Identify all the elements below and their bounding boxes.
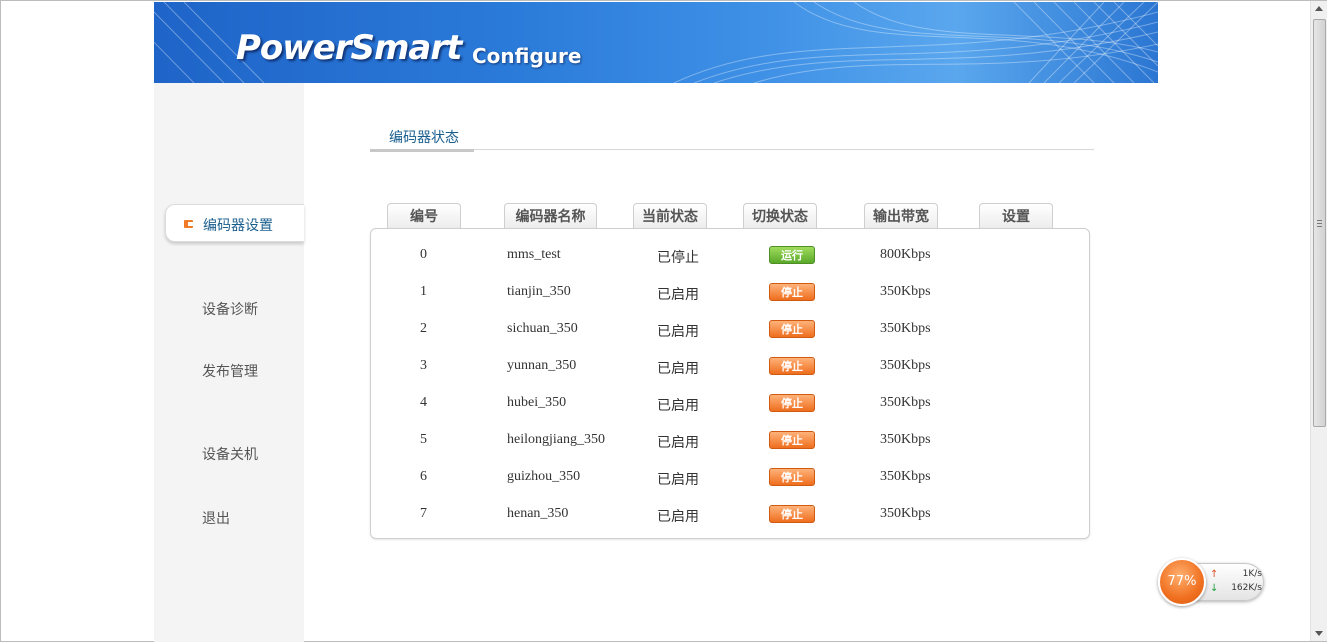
row-name: guizhou_350 (507, 469, 581, 484)
app-subtitle: Configure (472, 44, 582, 68)
column-header-settings: 设置 (979, 203, 1053, 229)
down-arrow-icon: ↓ (1210, 583, 1219, 594)
row-id: 0 (420, 247, 427, 262)
encoder-table: 0 mms_test 已停止 运行 800Kbps 1 tianjin_350 … (370, 228, 1090, 539)
scrollbar-thumb[interactable] (1313, 19, 1326, 427)
table-row: 3 yunnan_350 已启用 停止 350Kbps (371, 348, 1091, 385)
sidebar-item-device-diagnosis[interactable]: 设备诊断 (202, 299, 258, 319)
divider (370, 149, 1094, 150)
run-button[interactable]: 运行 (769, 246, 815, 264)
scroll-down-arrow-icon[interactable] (1315, 631, 1323, 636)
sidebar-item-encoder-settings[interactable]: 编码器设置 (165, 204, 304, 242)
stop-button[interactable]: 停止 (769, 394, 815, 412)
row-id: 6 (420, 469, 427, 484)
table-row: 1 tianjin_350 已启用 停止 350Kbps (371, 274, 1091, 311)
download-speed: 162K/s (1231, 583, 1262, 593)
vertical-scrollbar[interactable] (1310, 1, 1327, 641)
row-state: 已启用 (657, 361, 699, 377)
row-state: 已启用 (657, 435, 699, 451)
stop-button[interactable]: 停止 (769, 431, 815, 449)
row-name: henan_350 (507, 506, 569, 521)
stop-button[interactable]: 停止 (769, 320, 815, 338)
row-name: heilongjiang_350 (507, 432, 605, 447)
row-name: yunnan_350 (507, 358, 577, 373)
network-speed-widget[interactable]: 77% ↑ 1K/s ↓ 162K/s (1158, 558, 1266, 606)
table-row: 2 sichuan_350 已启用 停止 350Kbps (371, 311, 1091, 348)
stop-button[interactable]: 停止 (769, 357, 815, 375)
section-title-underline (370, 149, 474, 152)
up-arrow-icon: ↑ (1210, 569, 1219, 580)
stop-button[interactable]: 停止 (769, 468, 815, 486)
row-name: sichuan_350 (507, 321, 578, 336)
column-header-state: 当前状态 (633, 203, 707, 229)
section-title: 编码器状态 (389, 130, 459, 146)
stop-button[interactable]: 停止 (769, 505, 815, 523)
row-bandwidth: 350Kbps (880, 284, 931, 299)
row-bandwidth: 350Kbps (880, 321, 931, 336)
row-state: 已启用 (657, 398, 699, 414)
row-state: 已启用 (657, 509, 699, 525)
sidebar-item-logout[interactable]: 退出 (202, 508, 230, 528)
row-bandwidth: 350Kbps (880, 506, 931, 521)
row-state: 已启用 (657, 324, 699, 340)
row-bandwidth: 350Kbps (880, 395, 931, 410)
bullet-icon (184, 220, 193, 228)
row-name: tianjin_350 (507, 284, 571, 299)
row-name: hubei_350 (507, 395, 567, 410)
row-bandwidth: 800Kbps (880, 247, 931, 262)
row-bandwidth: 350Kbps (880, 432, 931, 447)
scroll-up-arrow-icon[interactable] (1315, 6, 1323, 11)
row-name: mms_test (507, 247, 561, 262)
row-id: 7 (420, 506, 427, 521)
usage-percent[interactable]: 77% (1158, 558, 1206, 606)
sidebar: 编码器设置 设备诊断 发布管理 设备关机 退出 (154, 83, 304, 642)
row-id: 3 (420, 358, 427, 373)
row-state: 已启用 (657, 472, 699, 488)
table-row: 7 henan_350 已启用 停止 350Kbps (371, 496, 1091, 533)
row-id: 2 (420, 321, 427, 336)
header-banner: PowerSmart Configure (154, 2, 1158, 83)
grip-icon (1317, 220, 1322, 227)
stop-button[interactable]: 停止 (769, 283, 815, 301)
column-header-bandwidth: 输出带宽 (864, 203, 938, 229)
column-header-toggle: 切换状态 (743, 203, 817, 229)
table-row: 6 guizhou_350 已启用 停止 350Kbps (371, 459, 1091, 496)
row-state: 已启用 (657, 287, 699, 303)
sidebar-item-publish-management[interactable]: 发布管理 (202, 361, 258, 381)
upload-speed: 1K/s (1242, 569, 1262, 579)
table-row: 5 heilongjiang_350 已启用 停止 350Kbps (371, 422, 1091, 459)
sidebar-item-label: 编码器设置 (203, 218, 273, 234)
row-id: 5 (420, 432, 427, 447)
app-logo: PowerSmart (236, 28, 462, 68)
row-id: 4 (420, 395, 427, 410)
column-header-id: 编号 (387, 203, 461, 229)
row-bandwidth: 350Kbps (880, 358, 931, 373)
column-header-name: 编码器名称 (504, 203, 597, 229)
row-bandwidth: 350Kbps (880, 469, 931, 484)
table-row: 4 hubei_350 已启用 停止 350Kbps (371, 385, 1091, 422)
sidebar-item-device-shutdown[interactable]: 设备关机 (202, 444, 258, 464)
row-state: 已停止 (657, 250, 699, 266)
table-row: 0 mms_test 已停止 运行 800Kbps (371, 237, 1091, 274)
row-id: 1 (420, 284, 427, 299)
